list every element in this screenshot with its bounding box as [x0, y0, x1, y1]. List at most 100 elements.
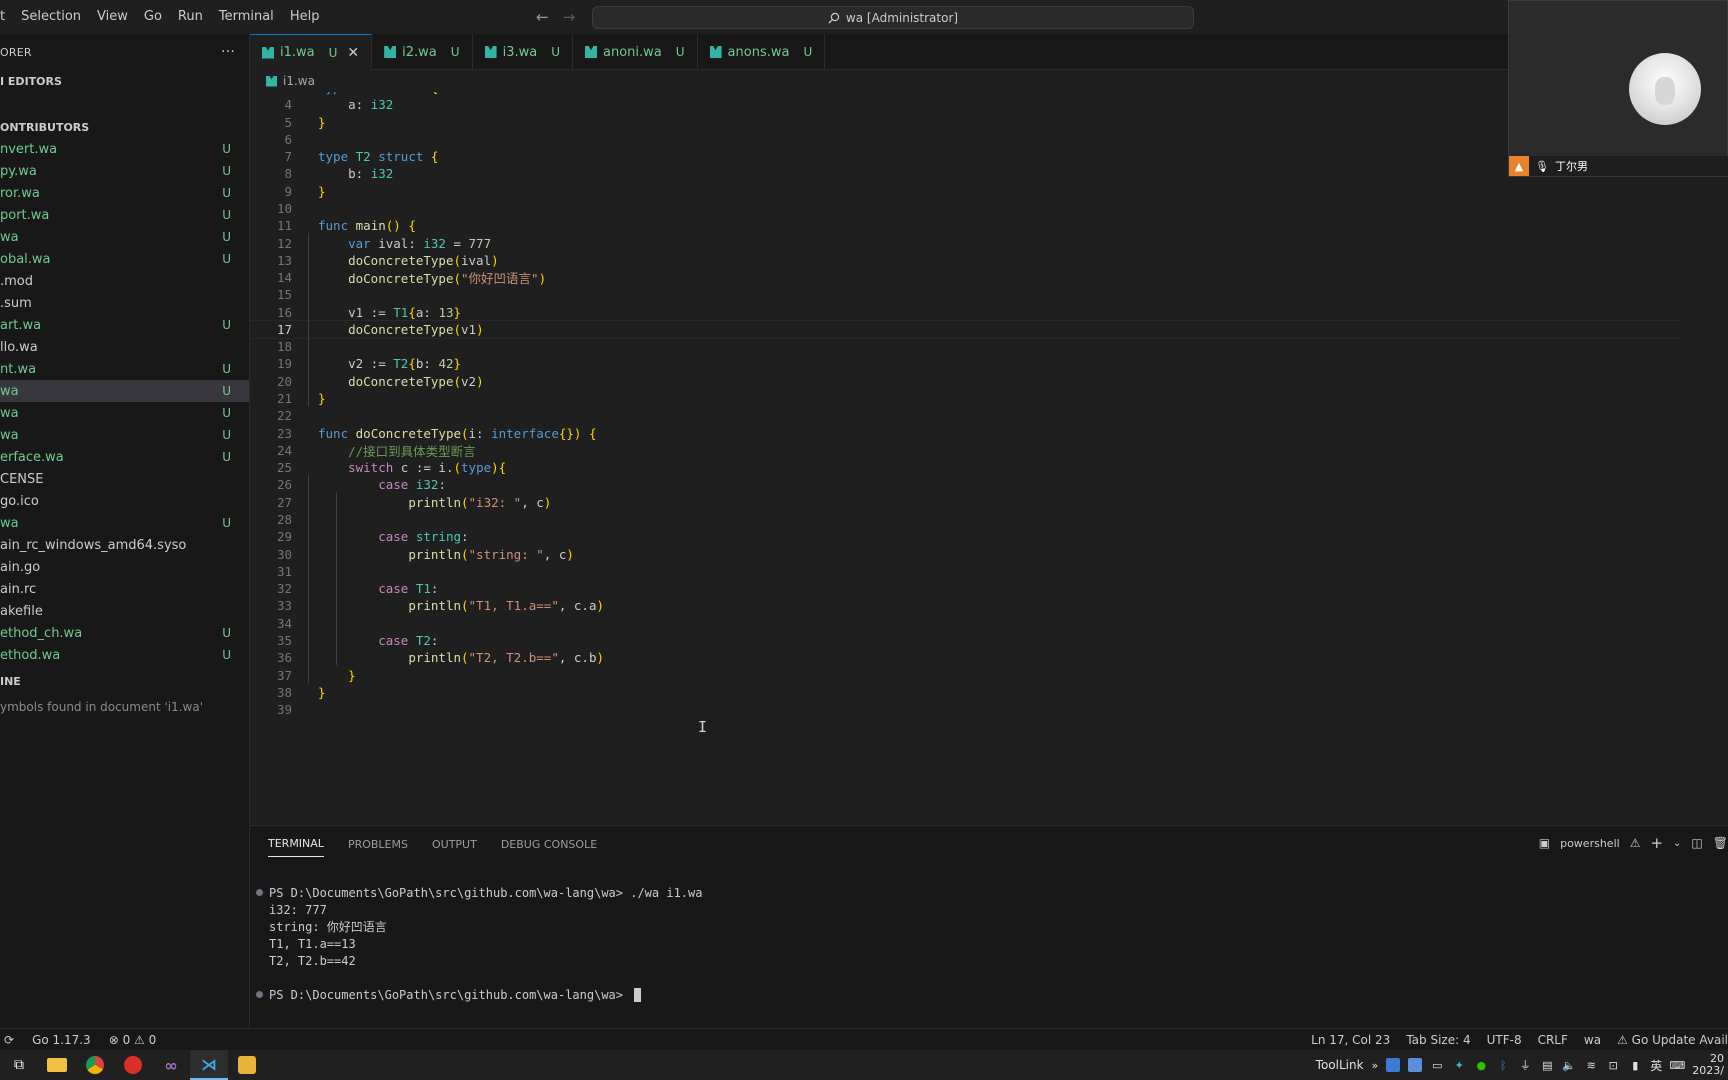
file-item[interactable]: akefile — [0, 600, 249, 622]
sync-icon[interactable]: ⟳ — [4, 1033, 14, 1047]
line-number: 21 — [276, 391, 292, 407]
chrome-icon[interactable] — [76, 1050, 114, 1080]
battery-icon[interactable]: ▮ — [1628, 1058, 1642, 1072]
problems-indicator[interactable]: ⊗ 0 ⚠ 0 — [109, 1033, 157, 1047]
file-item[interactable]: nt.wa U — [0, 358, 249, 380]
tray-app-icon[interactable] — [1386, 1058, 1401, 1072]
plus-icon[interactable]: + — [1650, 834, 1663, 852]
terminal-output-text: T1, T1.a==13 — [269, 936, 356, 951]
menu-selection[interactable]: Selection — [13, 0, 89, 34]
command-center[interactable]: wa [Administrator] — [592, 6, 1194, 29]
file-item[interactable]: ethod_ch.wa U — [0, 622, 249, 644]
chevron-icon[interactable]: » — [1372, 1059, 1379, 1072]
app-icon[interactable] — [114, 1050, 152, 1080]
file-item[interactable]: wa U — [0, 226, 249, 248]
file-item[interactable]: wa U — [0, 402, 249, 424]
line-number: 10 — [276, 200, 292, 216]
file-item[interactable]: ethod.wa U — [0, 644, 249, 666]
menu-edit[interactable]: t — [0, 0, 13, 34]
file-item[interactable]: wa U — [0, 424, 249, 446]
file-item[interactable]: CENSE — [0, 468, 249, 490]
forward-arrow-icon[interactable]: → — [563, 8, 576, 26]
file-explorer-icon[interactable] — [38, 1050, 76, 1080]
chevron-down-icon[interactable]: ⌄ — [1673, 838, 1681, 849]
tab-git-status: U — [450, 45, 460, 59]
go-update-notice[interactable]: ⚠ Go Update Avail — [1617, 1033, 1728, 1047]
line-number: 33 — [276, 598, 292, 614]
file-item[interactable]: py.wa U — [0, 160, 249, 182]
volume-icon[interactable]: 🔈 — [1562, 1058, 1576, 1072]
file-item[interactable]: wa U — [0, 380, 249, 402]
visual-studio-icon[interactable]: ∞ — [152, 1050, 190, 1080]
tab-problems[interactable]: PROBLEMS — [348, 838, 408, 851]
file-item[interactable]: ain.rc — [0, 578, 249, 600]
wifi-icon[interactable]: ≋ — [1584, 1058, 1598, 1072]
file-item[interactable]: erface.wa U — [0, 446, 249, 468]
bluetooth-icon[interactable]: ᛒ — [1496, 1058, 1510, 1072]
network-icon[interactable]: ⊡ — [1606, 1058, 1620, 1072]
vscode-icon[interactable]: ⋊ — [190, 1050, 228, 1080]
tab-i3[interactable]: i3.wa U — [473, 34, 573, 70]
file-item[interactable]: go.ico — [0, 490, 249, 512]
language-mode[interactable]: wa — [1584, 1033, 1601, 1047]
keyboard-icon[interactable]: ⌨ — [1669, 1058, 1685, 1072]
trash-icon[interactable]: 🗑 — [1713, 836, 1728, 850]
tray-app-icon[interactable] — [1408, 1058, 1423, 1072]
file-item[interactable]: ain.go — [0, 556, 249, 578]
tool-icon[interactable] — [228, 1050, 266, 1080]
tab-terminal[interactable]: TERMINAL — [268, 831, 324, 857]
menu-view[interactable]: View — [89, 0, 136, 34]
tab-debug-console[interactable]: DEBUG CONSOLE — [501, 838, 597, 851]
tab-anoni[interactable]: anoni.wa U — [573, 34, 698, 70]
usb-icon[interactable]: ⏚ — [1518, 1058, 1532, 1072]
file-item[interactable]: llo.wa — [0, 336, 249, 358]
tab-i1[interactable]: i1.wa U ✕ — [250, 34, 373, 70]
outline-section[interactable]: INE — [0, 670, 249, 692]
open-editors-section[interactable]: I EDITORS — [0, 70, 249, 92]
shell-name[interactable]: powershell — [1560, 837, 1620, 850]
explorer-title: ORER — [0, 45, 32, 59]
line-ending[interactable]: CRLF — [1538, 1033, 1568, 1047]
video-call-overlay[interactable]: ▲ 🎙 丁尔男 — [1508, 0, 1728, 177]
menu-terminal[interactable]: Terminal — [211, 0, 282, 34]
toollink-label[interactable]: ToolLink — [1316, 1058, 1364, 1072]
file-item[interactable]: ror.wa U — [0, 182, 249, 204]
file-item[interactable]: .sum — [0, 292, 249, 314]
clock[interactable]: 20 2023/ — [1692, 1053, 1724, 1077]
close-icon[interactable]: ✕ — [347, 45, 359, 61]
navigation-arrows: ← → — [536, 8, 575, 26]
code-editor[interactable]: 3type T1 struct {4 a: i325}67type T2 str… — [250, 92, 1728, 825]
line-number: 31 — [276, 563, 292, 579]
split-icon[interactable]: ◫ — [1691, 836, 1702, 850]
tab-i2[interactable]: i2.wa U — [372, 34, 473, 70]
task-view-icon[interactable]: ⧉ — [0, 1050, 38, 1080]
cursor-position[interactable]: Ln 17, Col 23 — [1311, 1033, 1390, 1047]
go-version[interactable]: Go 1.17.3 — [32, 1033, 91, 1047]
encoding[interactable]: UTF-8 — [1487, 1033, 1522, 1047]
ime-indicator[interactable]: 英 — [1650, 1057, 1662, 1074]
file-item[interactable]: obal.wa U — [0, 248, 249, 270]
menu-go[interactable]: Go — [136, 0, 170, 34]
file-item[interactable]: nvert.wa U — [0, 138, 249, 160]
menu-run[interactable]: Run — [170, 0, 211, 34]
file-item[interactable]: ain_rc_windows_amd64.syso — [0, 534, 249, 556]
code-text: println("T1, T1.a==", c.a) — [408, 598, 605, 614]
file-item[interactable]: port.wa U — [0, 204, 249, 226]
breadcrumb-file[interactable]: i1.wa — [283, 74, 315, 88]
tab-size[interactable]: Tab Size: 4 — [1406, 1033, 1470, 1047]
tray-app-icon[interactable]: ▭ — [1430, 1058, 1444, 1072]
terminal-input-line[interactable]: PS D:\Documents\GoPath\src\github.com\wa… — [256, 986, 642, 1003]
file-item[interactable]: .mod — [0, 270, 249, 292]
file-item[interactable]: art.wa U — [0, 314, 249, 336]
tray-app-icon[interactable]: ▤ — [1540, 1058, 1554, 1072]
file-item[interactable]: wa U — [0, 512, 249, 534]
menu-help[interactable]: Help — [282, 0, 328, 34]
ellipsis-icon[interactable]: ··· — [221, 44, 235, 60]
tab-output[interactable]: OUTPUT — [432, 838, 477, 851]
tab-anons[interactable]: anons.wa U — [698, 34, 826, 70]
tray-app-icon[interactable]: ✦ — [1452, 1058, 1466, 1072]
back-arrow-icon[interactable]: ← — [536, 8, 549, 26]
outline-message: ymbols found in document 'i1.wa' — [0, 700, 204, 714]
folder-section[interactable]: ONTRIBUTORS — [0, 116, 249, 138]
wechat-icon[interactable]: ● — [1474, 1058, 1488, 1072]
